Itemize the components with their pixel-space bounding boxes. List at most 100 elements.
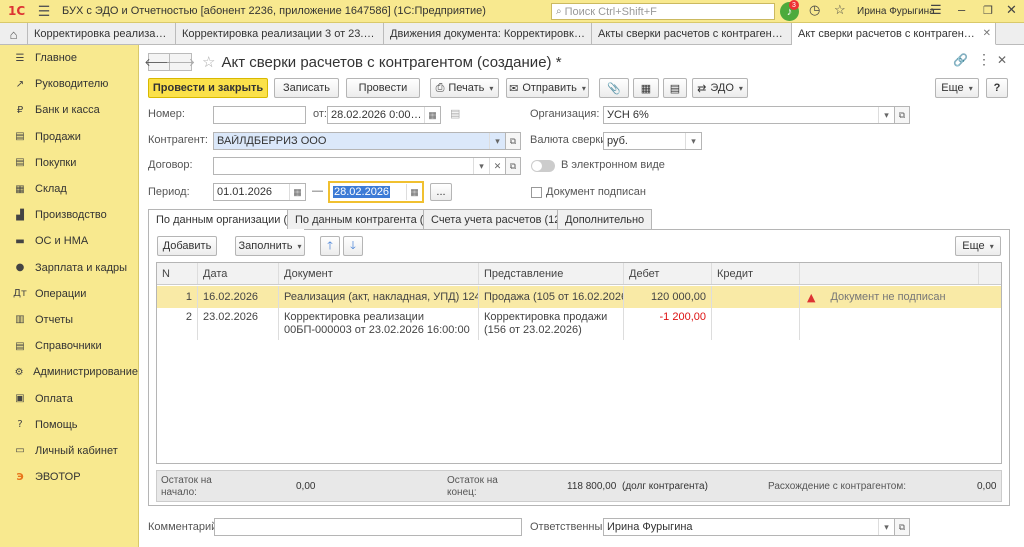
- close-form-icon[interactable]: ✕: [997, 53, 1007, 67]
- calendar-icon[interactable]: ▦: [289, 184, 305, 200]
- date-field[interactable]: 28.02.2026 0:00:00 ▦: [327, 106, 441, 124]
- sidebar-item-admin[interactable]: ⚙ Администрирование: [0, 359, 138, 385]
- period-end-field[interactable]: 28.02.2026 ▦: [328, 181, 424, 203]
- open-organization-icon[interactable]: ⧉: [894, 106, 910, 124]
- sidebar-item-main[interactable]: ☰ Главное: [0, 45, 138, 71]
- electronic-toggle[interactable]: [531, 160, 555, 172]
- favorites-star-icon[interactable]: ☆: [834, 2, 846, 18]
- truck-icon: ▬: [15, 235, 25, 247]
- global-search-input[interactable]: ⌕ Поиск Ctrl+Shift+F: [551, 3, 775, 20]
- comment-list-icon[interactable]: ▤: [450, 107, 460, 120]
- organization-field[interactable]: УСН 6% ▾: [603, 106, 895, 124]
- restore-window-icon[interactable]: ❐: [983, 4, 993, 17]
- date-label: от:: [313, 108, 327, 120]
- clear-icon[interactable]: ✕: [489, 158, 505, 174]
- post-button[interactable]: Провести: [346, 78, 420, 98]
- sidebar-item-manager[interactable]: ↗ Руководителю: [0, 71, 138, 97]
- move-down-icon[interactable]: 🡓: [343, 236, 363, 256]
- tab-sales-correction-3[interactable]: Корректировка реализации 3 от 23.02....: [176, 23, 384, 45]
- print-button[interactable]: ⎙ Печать ▾: [430, 78, 499, 98]
- help-button[interactable]: ?: [986, 78, 1008, 98]
- tab-settlement-accounts[interactable]: Счета учета расчетов (12): [423, 209, 573, 229]
- history-icon[interactable]: ◷: [809, 2, 820, 18]
- report-button[interactable]: ▤: [663, 78, 687, 98]
- close-tab-icon[interactable]: ✕: [983, 28, 991, 39]
- signed-checkbox[interactable]: [531, 187, 542, 198]
- sidebar-item-warehouse[interactable]: ▦ Склад: [0, 176, 138, 202]
- sidebar-item-bank[interactable]: ₽ Банк и касса: [0, 97, 138, 123]
- attach-files-button[interactable]: 📎: [599, 78, 629, 98]
- cell-n: 1: [157, 286, 198, 308]
- chevron-down-icon[interactable]: ▾: [878, 519, 894, 535]
- table-row[interactable]: 1 16.02.2026 Реализация (акт, накладная,…: [157, 286, 1001, 308]
- sidebar-item-purchases[interactable]: ▤ Покупки: [0, 150, 138, 176]
- send-button[interactable]: ✉ Отправить ▾: [506, 78, 589, 98]
- tab-document-movements[interactable]: Движения документа: Корректировка ...: [384, 23, 592, 45]
- more-actions-button[interactable]: Еще ▾: [935, 78, 979, 98]
- comment-field[interactable]: [214, 518, 522, 536]
- number-field[interactable]: [213, 106, 306, 124]
- sidebar-item-payment[interactable]: ▣ Оплата: [0, 385, 138, 411]
- calendar-icon[interactable]: ▦: [424, 107, 440, 123]
- col-credit[interactable]: Кредит: [712, 263, 800, 284]
- structure-button[interactable]: ▦: [633, 78, 659, 98]
- sidebar-item-reports[interactable]: ▥ Отчеты: [0, 307, 138, 333]
- fill-button[interactable]: Заполнить ▾: [235, 236, 305, 256]
- user-name[interactable]: Ирина Фурыгина: [857, 6, 935, 17]
- forward-arrow-icon[interactable]: 🡒: [166, 53, 195, 71]
- minimize-icon[interactable]: –: [958, 2, 965, 17]
- sidebar-item-account[interactable]: ▭ Личный кабинет: [0, 438, 138, 464]
- calendar-icon[interactable]: ▦: [406, 184, 422, 200]
- sidebar-item-help[interactable]: ? Помощь: [0, 412, 138, 438]
- contract-field[interactable]: ▾ ✕: [213, 157, 506, 175]
- col-document[interactable]: Документ: [279, 263, 479, 284]
- open-counterparty-icon[interactable]: ⧉: [505, 132, 521, 150]
- period-start-field[interactable]: 01.01.2026 ▦: [213, 183, 306, 201]
- sidebar-item-assets[interactable]: ▬ ОС и НМА: [0, 228, 138, 254]
- settings-menu-icon[interactable]: ☰: [930, 2, 942, 18]
- currency-field[interactable]: руб. ▾: [603, 132, 702, 150]
- start-balance-label: Остаток на начало:: [161, 475, 212, 498]
- form-title: Акт сверки расчетов с контрагентом (созд…: [221, 53, 562, 71]
- col-date[interactable]: Дата: [198, 263, 279, 284]
- open-contract-icon[interactable]: ⧉: [505, 157, 521, 175]
- move-up-icon[interactable]: 🡑: [320, 236, 340, 256]
- col-representation[interactable]: Представление: [479, 263, 624, 284]
- sidebar-item-salary[interactable]: ● Зарплата и кадры: [0, 255, 138, 281]
- open-responsible-icon[interactable]: ⧉: [894, 518, 910, 536]
- organization-value: УСН 6%: [607, 109, 649, 121]
- table-more-button[interactable]: Еще ▾: [955, 236, 1001, 256]
- edo-button[interactable]: ⇄ ЭДО ▾: [692, 78, 748, 98]
- home-icon[interactable]: ⌂: [0, 23, 28, 45]
- col-debit[interactable]: Дебет: [624, 263, 712, 284]
- tab-additional[interactable]: Дополнительно: [557, 209, 653, 229]
- sidebar-item-production[interactable]: ▟ Производство: [0, 202, 138, 228]
- sidebar-item-operations[interactable]: Дт Операции: [0, 281, 138, 307]
- tab-sales-correction[interactable]: Корректировка реализации: [28, 23, 176, 45]
- chevron-down-icon[interactable]: ▾: [473, 158, 489, 174]
- sidebar-item-catalogs[interactable]: ▤ Справочники: [0, 333, 138, 359]
- sidebar-item-evotor[interactable]: Э ЭВОТОР: [0, 464, 138, 490]
- tab-reconciliation-list[interactable]: Акты сверки расчетов с контрагентами: [592, 23, 792, 45]
- tab-reconciliation-act[interactable]: Акт сверки расчетов с контрагентом (с...…: [792, 23, 996, 45]
- counterparty-field[interactable]: ВАЙЛДБЕРРИЗ ООО ▾: [213, 132, 506, 150]
- form-menu-icon[interactable]: ⋮: [977, 51, 991, 68]
- link-icon[interactable]: 🔗: [953, 53, 968, 67]
- tab-organization-data[interactable]: По данным организации (2): [148, 209, 305, 230]
- select-period-button[interactable]: ...: [430, 183, 452, 201]
- col-n[interactable]: N: [157, 263, 198, 284]
- main-menu-icon[interactable]: ☰: [34, 1, 54, 21]
- table-row[interactable]: 2 23.02.2026 Корректировка реализации 00…: [157, 308, 1001, 340]
- chevron-down-icon[interactable]: ▾: [878, 107, 894, 123]
- responsible-field[interactable]: Ирина Фурыгина ▾: [603, 518, 895, 536]
- chevron-down-icon[interactable]: ▾: [489, 133, 505, 149]
- save-button[interactable]: Записать: [274, 78, 339, 98]
- sidebar-item-sales[interactable]: ▤ Продажи: [0, 124, 138, 150]
- favorite-star-icon[interactable]: ☆: [202, 53, 215, 71]
- post-and-close-button[interactable]: Провести и закрыть: [148, 78, 268, 98]
- end-balance-value: 118 800,00: [567, 481, 617, 492]
- chevron-down-icon[interactable]: ▾: [685, 133, 701, 149]
- add-row-button[interactable]: Добавить: [157, 236, 217, 256]
- close-window-icon[interactable]: ✕: [1006, 2, 1017, 18]
- tab-counterparty-data[interactable]: По данным контрагента (2): [287, 209, 442, 229]
